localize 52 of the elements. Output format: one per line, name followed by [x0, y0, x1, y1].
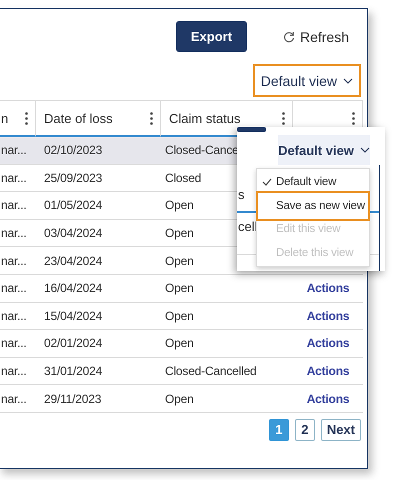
kebab-icon[interactable] — [352, 112, 355, 124]
next-button[interactable]: Next — [320, 418, 361, 441]
export-button[interactable]: Export — [176, 21, 247, 52]
kebab-icon[interactable] — [150, 112, 153, 124]
actions-link[interactable]: Actions — [293, 302, 363, 330]
kebab-icon[interactable] — [282, 112, 285, 124]
table-cell: Open — [161, 302, 293, 330]
table-cell: 29/11/2023 — [36, 385, 161, 413]
kebab-icon[interactable] — [25, 112, 28, 124]
table-cell: 15/04/2024 — [36, 302, 161, 330]
table-row[interactable]: nar... 15/04/2024 Open Actions — [0, 302, 363, 330]
table-cell: nar... — [0, 302, 36, 330]
table-row[interactable]: nar... 02/01/2024 Open Actions — [0, 330, 363, 358]
chevron-down-icon — [360, 147, 370, 153]
view-dropdown[interactable]: Default view — [252, 64, 361, 97]
table-cell: Open — [161, 385, 293, 413]
table-row[interactable]: nar... 29/11/2023 Open Actions — [0, 385, 363, 413]
table-cell: 31/01/2024 — [36, 358, 161, 386]
table-cell: nar... — [0, 274, 36, 303]
actions-link[interactable]: Actions — [293, 358, 363, 386]
table-cell: nar... — [0, 137, 36, 165]
actions-link[interactable]: Actions — [293, 274, 363, 303]
table-cell: 16/04/2024 — [36, 274, 161, 303]
table-cell: 25/09/2023 — [36, 164, 161, 192]
actions-link[interactable]: Actions — [293, 330, 363, 358]
table-cell: Open — [161, 274, 293, 303]
column-label: Date of loss — [44, 110, 113, 126]
table-cell: 23/04/2024 — [36, 247, 161, 275]
table-cell: 01/05/2024 — [36, 192, 161, 220]
table-cell: nar... — [0, 164, 36, 192]
table-cell: nar... — [0, 330, 36, 358]
table-row[interactable]: nar... 31/01/2024 Closed-Cancelled Actions — [0, 358, 363, 386]
table-cell: nar... — [0, 358, 36, 386]
view-dropdown[interactable]: Default view — [278, 135, 370, 165]
table-cell: 03/04/2024 — [36, 220, 161, 248]
refresh-button[interactable]: Refresh — [282, 28, 349, 44]
table-cell: 02/01/2024 — [36, 330, 161, 358]
table-row[interactable]: nar... 16/04/2024 Open Actions — [0, 274, 363, 303]
refresh-icon — [282, 30, 295, 42]
table-cell: nar... — [0, 385, 36, 413]
column-label: Claim status — [169, 110, 241, 126]
table-cell: nar... — [0, 247, 36, 275]
page-button[interactable]: 2 — [294, 418, 315, 441]
table-cell: nar... — [0, 192, 36, 220]
chevron-down-icon — [343, 78, 353, 84]
table-cell: Closed-Cancelled — [161, 358, 293, 386]
table-cell: Open — [161, 330, 293, 358]
header-bar — [237, 127, 266, 132]
column-label: n — [1, 110, 8, 126]
table-cell: 02/10/2023 — [36, 137, 161, 165]
actions-link[interactable]: Actions — [293, 385, 363, 413]
table-cell: nar... — [0, 220, 36, 248]
